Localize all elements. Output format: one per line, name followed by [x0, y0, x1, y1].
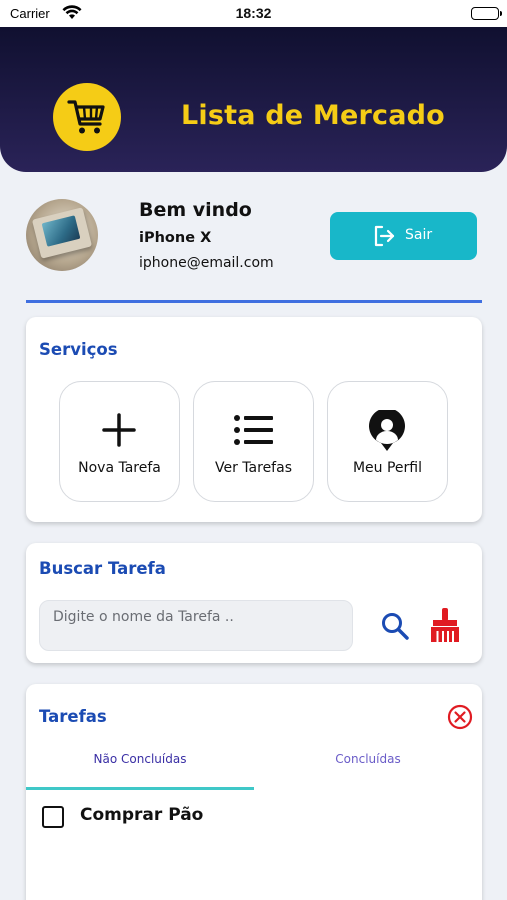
- search-title: Buscar Tarefa: [39, 559, 166, 578]
- user-email: iphone@email.com: [139, 255, 274, 271]
- view-tasks-button[interactable]: Ver Tarefas: [193, 381, 314, 502]
- search-button[interactable]: [380, 611, 410, 641]
- list-icon: [234, 415, 273, 445]
- clear-search-button[interactable]: [428, 607, 462, 643]
- close-circle-icon: [447, 704, 473, 730]
- logo-badge: [53, 83, 121, 151]
- plus-icon: [102, 413, 136, 447]
- my-profile-button[interactable]: Meu Perfil: [327, 381, 448, 502]
- view-tasks-label: Ver Tarefas: [215, 460, 292, 476]
- welcome-text: Bem vindo: [139, 199, 252, 221]
- app-header: Lista de Mercado: [0, 27, 507, 172]
- search-input[interactable]: [39, 600, 353, 651]
- services-card: Serviços Nova Tarefa Ver Tarefas Meu Per…: [26, 317, 482, 522]
- logout-icon: [374, 225, 395, 247]
- profile-section: Bem vindo iPhone X iphone@email.com Sair: [0, 195, 507, 285]
- status-bar: Carrier 18:32: [0, 0, 507, 27]
- clear-all-button[interactable]: [447, 704, 473, 730]
- logout-label: Sair: [405, 227, 433, 243]
- clock: 18:32: [235, 5, 272, 21]
- avatar[interactable]: [26, 199, 98, 271]
- tab-indicator: [26, 787, 254, 790]
- services-title: Serviços: [39, 340, 118, 359]
- tasks-title: Tarefas: [39, 707, 107, 726]
- search-icon: [382, 613, 409, 640]
- new-task-label: Nova Tarefa: [78, 460, 161, 476]
- shopping-cart-icon: [67, 100, 105, 134]
- tasks-card: Tarefas Não Concluídas Concluídas Compra…: [26, 684, 482, 900]
- broom-icon: [431, 608, 459, 642]
- battery-icon: [471, 7, 502, 20]
- section-divider: [26, 300, 482, 303]
- logout-button[interactable]: Sair: [330, 212, 477, 260]
- tab-pending[interactable]: Não Concluídas: [26, 746, 254, 790]
- user-pin-icon: [369, 410, 405, 451]
- search-card: Buscar Tarefa: [26, 543, 482, 663]
- tab-completed[interactable]: Concluídas: [254, 746, 482, 790]
- new-task-button[interactable]: Nova Tarefa: [59, 381, 180, 502]
- app-title: Lista de Mercado: [181, 100, 445, 131]
- task-label: Comprar Pão: [80, 805, 204, 825]
- user-name: iPhone X: [139, 230, 212, 246]
- task-checkbox[interactable]: [42, 806, 64, 828]
- my-profile-label: Meu Perfil: [352, 460, 423, 476]
